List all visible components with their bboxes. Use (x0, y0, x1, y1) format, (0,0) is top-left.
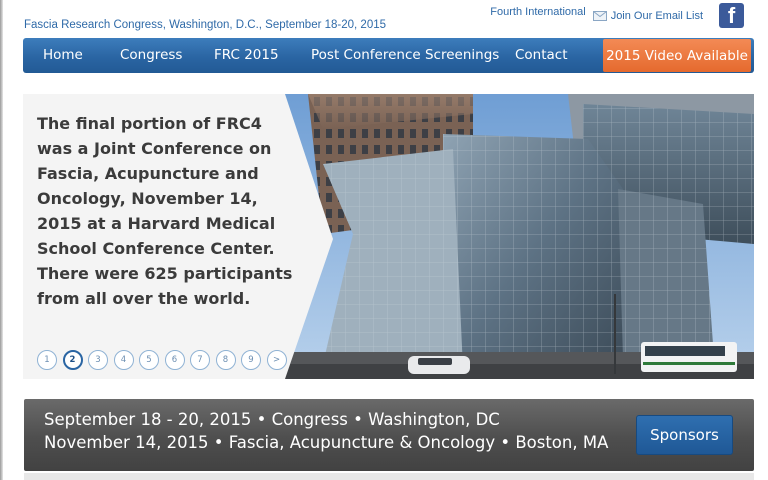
pager-dot-6[interactable]: 6 (164, 350, 185, 370)
slide-caption: The final portion of FRC4 was a Joint Co… (37, 114, 293, 308)
pager-dot-1[interactable]: 1 (37, 350, 57, 370)
facebook-icon[interactable]: f (719, 3, 744, 28)
pager-dot-2[interactable]: 2 (62, 350, 83, 370)
nav-contact[interactable]: Contact (515, 47, 568, 63)
nav-home[interactable]: Home (43, 47, 83, 63)
nav-congress[interactable]: Congress (120, 47, 182, 63)
top-links: Fourth International Join Our Email List… (490, 3, 744, 28)
banner-line-oncology: November 14, 2015 • Fascia, Acupuncture … (44, 433, 609, 452)
pager-dot-9[interactable]: 9 (241, 350, 261, 370)
pager-next-button[interactable]: > (266, 350, 287, 370)
content-bottom-edge (24, 473, 754, 480)
fourth-international-link[interactable]: Fourth International (490, 6, 585, 18)
pager-dot-4[interactable]: 4 (113, 350, 134, 370)
banner-line-congress: September 18 - 20, 2015 • Congress • Was… (44, 410, 500, 429)
main-navbar: Home Congress FRC 2015 Post Conference S… (23, 38, 754, 73)
site-subtitle: Fascia Research Congress, Washington, D.… (24, 19, 387, 31)
event-banner: September 18 - 20, 2015 • Congress • Was… (24, 399, 754, 471)
page-edge (0, 0, 3, 480)
nav-post-conference-screenings[interactable]: Post Conference Screenings (311, 47, 499, 63)
video-available-button[interactable]: 2015 Video Available (603, 39, 751, 72)
facebook-letter: f (727, 3, 736, 28)
pager-dot-5[interactable]: 5 (139, 350, 159, 370)
pager-dot-7[interactable]: 7 (190, 350, 210, 370)
email-list-link[interactable]: Join Our Email List (611, 10, 703, 22)
nav-frc-2015[interactable]: FRC 2015 (214, 47, 279, 63)
envelope-icon[interactable] (592, 10, 607, 21)
hero-slider: The final portion of FRC4 was a Joint Co… (23, 94, 754, 379)
pager-dot-8[interactable]: 8 (215, 350, 236, 370)
slider-pager: 1 2 3 4 5 6 7 8 9 > (37, 350, 292, 370)
sponsors-button[interactable]: Sponsors (636, 415, 733, 455)
pager-dot-3[interactable]: 3 (88, 350, 108, 370)
